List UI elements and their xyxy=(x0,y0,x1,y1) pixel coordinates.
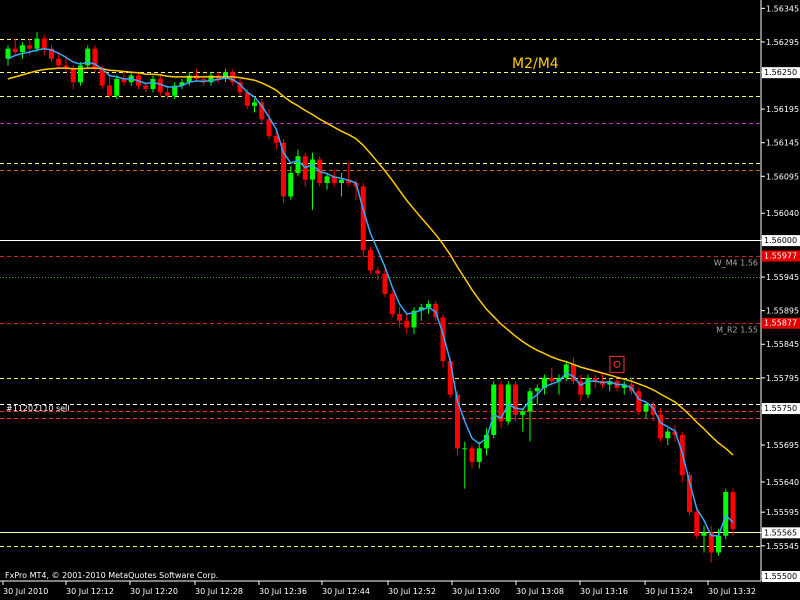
y-tick-label: 1.55845 xyxy=(766,340,799,349)
candle-body xyxy=(469,448,475,462)
candle-body xyxy=(252,102,257,106)
y-tick-label: 1.56195 xyxy=(766,105,799,114)
price-tag-label: 1.55750 xyxy=(764,404,797,413)
y-tick-label: 1.55795 xyxy=(766,374,799,383)
candle-body xyxy=(114,78,120,96)
candle-body xyxy=(360,186,366,251)
y-tick-label: 1.55595 xyxy=(766,508,799,517)
candle-body xyxy=(143,85,149,89)
x-tick-label: 30 Jul 12:20 xyxy=(130,587,178,596)
candle-body xyxy=(324,176,330,184)
candle-body xyxy=(585,377,591,395)
candle-body xyxy=(20,45,25,53)
candle-body xyxy=(491,384,497,435)
candle-body xyxy=(295,156,301,173)
y-tick-label: 1.56040 xyxy=(766,209,799,218)
y-tick-label: 1.56345 xyxy=(766,4,799,13)
y-tick-label: 1.55545 xyxy=(766,542,799,551)
level-label: M_R2 1.55 xyxy=(716,326,758,335)
x-tick-label: 30 Jul 2010 xyxy=(3,587,48,596)
candle-body xyxy=(150,78,156,89)
y-tick-label: 1.55695 xyxy=(766,441,799,450)
footer-copyright: FxPro MT4, © 2001-2010 MetaQuotes Softwa… xyxy=(5,571,218,580)
overlay-label: M2/M4 xyxy=(512,56,559,72)
candle-body xyxy=(513,384,518,415)
candle-body xyxy=(12,48,18,53)
x-tick-label: 30 Jul 13:08 xyxy=(516,587,564,596)
candle-body xyxy=(107,85,112,96)
candle-body xyxy=(730,492,736,529)
candle-body xyxy=(27,45,33,49)
price-chart[interactable]: 1.56345 1.56295 1.56250 1.56195 1.56145 1.560… xyxy=(0,0,800,600)
candle-body xyxy=(520,411,526,415)
order-label: #11202110 sell xyxy=(6,404,70,413)
candle-body xyxy=(339,179,344,184)
candle-body xyxy=(41,38,47,49)
x-tick-label: 30 Jul 12:44 xyxy=(322,587,370,596)
candle-body xyxy=(382,273,388,294)
candle-body xyxy=(368,250,373,271)
x-tick-label: 30 Jul 13:32 xyxy=(708,587,756,596)
x-tick-label: 30 Jul 13:00 xyxy=(452,587,500,596)
price-tag-label: 1.55877 xyxy=(764,319,797,328)
candle-body xyxy=(310,159,315,180)
y-tick-label: 1.55640 xyxy=(766,478,799,487)
candle-body xyxy=(643,404,649,412)
x-tick-label: 30 Jul 13:16 xyxy=(580,587,628,596)
x-tick-label: 30 Jul 12:36 xyxy=(259,587,307,596)
price-tag-label: 1.55500 xyxy=(764,572,797,581)
price-tag-label: 1.55977 xyxy=(764,252,797,261)
x-tick-label: 30 Jul 12:52 xyxy=(388,587,436,596)
y-tick-label: 1.55895 xyxy=(766,307,799,316)
candle-body xyxy=(404,320,410,328)
candle-body xyxy=(476,448,482,462)
candle-body xyxy=(56,58,62,66)
candle-body xyxy=(534,387,540,392)
candle-body xyxy=(34,38,40,49)
y-tick-label: 1.56145 xyxy=(766,139,799,148)
candle-body xyxy=(701,532,707,536)
candle-body xyxy=(165,92,170,96)
candle-body xyxy=(288,172,294,197)
x-tick-label: 30 Jul 13:24 xyxy=(645,587,693,596)
level-label: W_M4 1.56 xyxy=(714,259,758,268)
candle-body xyxy=(549,377,555,382)
candle-body xyxy=(375,270,381,274)
x-tick-label: 30 Jul 12:12 xyxy=(66,587,114,596)
candle-body xyxy=(266,119,272,136)
candle-body xyxy=(665,431,671,439)
candle-body xyxy=(723,492,729,536)
candle-body xyxy=(70,68,76,83)
candle-body xyxy=(636,391,642,412)
candle-body xyxy=(694,512,700,536)
candle-body xyxy=(505,384,511,422)
y-tick-label: 1.56095 xyxy=(766,172,799,181)
candle-body xyxy=(447,361,453,395)
y-tick-label: 1.55945 xyxy=(766,273,799,282)
price-tag-label: 1.55565 xyxy=(764,528,797,537)
chart-background xyxy=(0,0,800,600)
candle-body xyxy=(716,535,721,553)
candle-body xyxy=(397,314,402,321)
candle-body xyxy=(244,92,250,106)
y-tick-label: 1.56295 xyxy=(766,38,799,47)
candle-body xyxy=(389,293,395,315)
price-tag-label: 1.56000 xyxy=(764,236,797,245)
price-tag-label: 1.56250 xyxy=(764,68,797,77)
x-tick-label: 30 Jul 12:28 xyxy=(195,587,243,596)
candle-body xyxy=(462,448,468,450)
